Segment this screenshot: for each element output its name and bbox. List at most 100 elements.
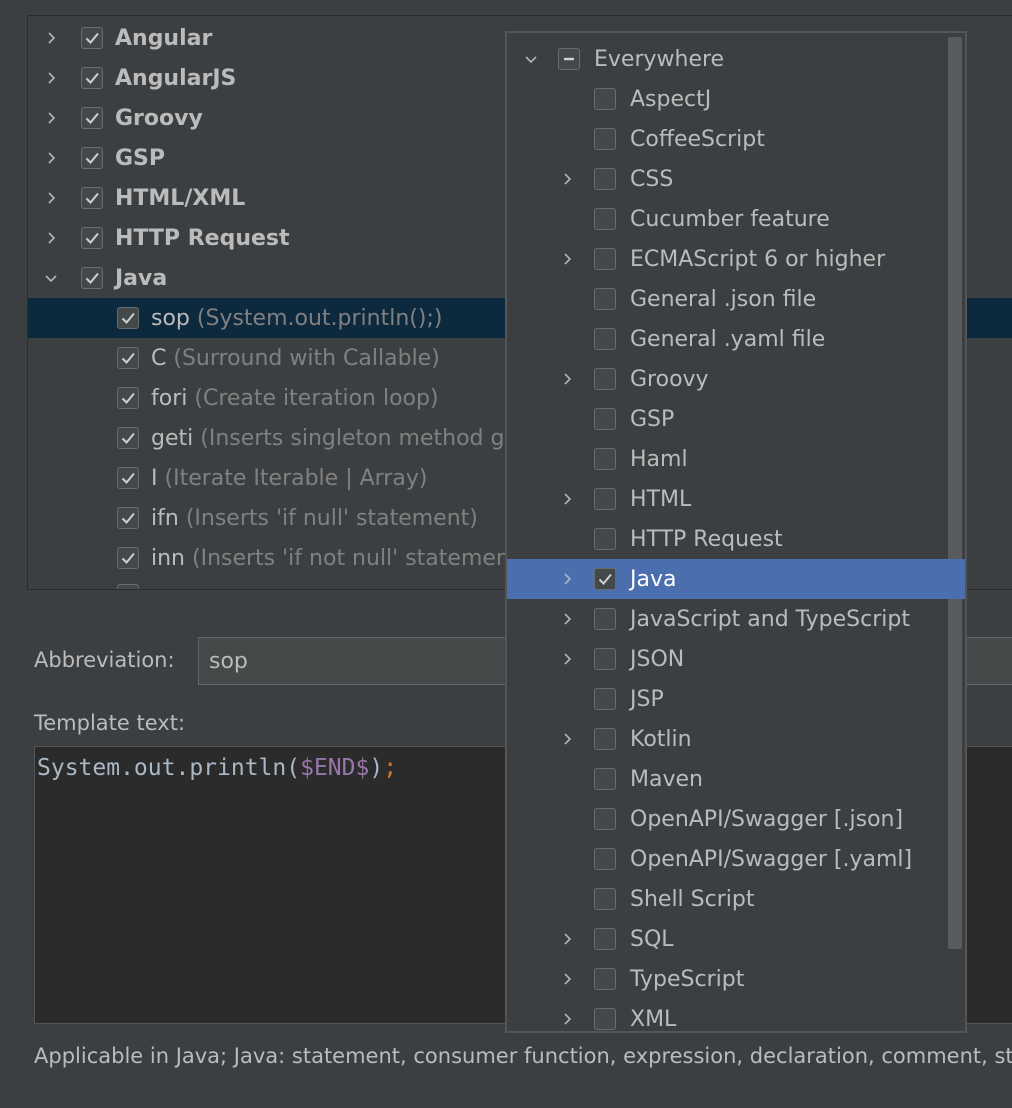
context-checkbox[interactable] bbox=[594, 888, 616, 910]
chevron-right-icon[interactable] bbox=[41, 28, 61, 48]
chevron-right-icon[interactable] bbox=[557, 649, 577, 669]
context-checkbox[interactable] bbox=[594, 728, 616, 750]
context-label: JSON bbox=[630, 646, 685, 672]
chevron-right-icon[interactable] bbox=[41, 68, 61, 88]
context-label: SQL bbox=[630, 926, 674, 952]
context-item[interactable]: Java bbox=[507, 559, 965, 599]
chevron-down-icon[interactable] bbox=[41, 268, 61, 288]
context-checkbox[interactable] bbox=[594, 208, 616, 230]
context-checkbox[interactable] bbox=[594, 848, 616, 870]
context-checkbox[interactable] bbox=[594, 608, 616, 630]
context-item[interactable]: OpenAPI/Swagger [.yaml] bbox=[507, 839, 965, 879]
context-checkbox[interactable] bbox=[594, 568, 616, 590]
group-label: Java bbox=[115, 265, 168, 291]
group-checkbox[interactable] bbox=[81, 187, 103, 209]
context-item[interactable]: CoffeeScript bbox=[507, 119, 965, 159]
template-checkbox[interactable] bbox=[117, 347, 139, 369]
chevron-right-icon[interactable] bbox=[557, 569, 577, 589]
context-checkbox[interactable] bbox=[594, 768, 616, 790]
context-label: ECMAScript 6 or higher bbox=[630, 246, 886, 272]
context-checkbox[interactable] bbox=[594, 328, 616, 350]
context-checkbox[interactable] bbox=[594, 688, 616, 710]
template-checkbox[interactable] bbox=[117, 507, 139, 529]
group-checkbox[interactable] bbox=[81, 107, 103, 129]
context-item[interactable]: JSON bbox=[507, 639, 965, 679]
group-checkbox[interactable] bbox=[81, 227, 103, 249]
context-checkbox[interactable] bbox=[558, 48, 580, 70]
group-checkbox[interactable] bbox=[81, 27, 103, 49]
context-item[interactable]: OpenAPI/Swagger [.json] bbox=[507, 799, 965, 839]
context-item[interactable]: General .json file bbox=[507, 279, 965, 319]
group-checkbox[interactable] bbox=[81, 147, 103, 169]
context-item[interactable]: HTTP Request bbox=[507, 519, 965, 559]
chevron-right-icon[interactable] bbox=[41, 108, 61, 128]
context-checkbox[interactable] bbox=[594, 408, 616, 430]
context-item[interactable]: CSS bbox=[507, 159, 965, 199]
context-item[interactable]: AspectJ bbox=[507, 79, 965, 119]
template-description: (Iterate Iterable | Array) bbox=[164, 465, 428, 491]
template-description: (Inserts singleton method ge bbox=[200, 425, 518, 451]
context-checkbox[interactable] bbox=[594, 528, 616, 550]
chevron-down-icon[interactable] bbox=[521, 49, 541, 69]
context-checkbox[interactable] bbox=[594, 928, 616, 950]
context-checkbox[interactable] bbox=[594, 128, 616, 150]
context-item[interactable]: ECMAScript 6 or higher bbox=[507, 239, 965, 279]
template-description: (System.out.println();) bbox=[196, 305, 443, 331]
chevron-right-icon[interactable] bbox=[557, 489, 577, 509]
chevron-right-icon[interactable] bbox=[557, 369, 577, 389]
template-checkbox[interactable] bbox=[117, 467, 139, 489]
template-checkbox[interactable] bbox=[117, 427, 139, 449]
context-item[interactable]: SQL bbox=[507, 919, 965, 959]
group-label: Groovy bbox=[115, 105, 203, 131]
context-item[interactable]: Everywhere bbox=[507, 39, 965, 79]
context-item[interactable]: HTML bbox=[507, 479, 965, 519]
template-checkbox[interactable] bbox=[117, 307, 139, 329]
context-item[interactable]: General .yaml file bbox=[507, 319, 965, 359]
context-item[interactable]: XML bbox=[507, 999, 965, 1031]
context-item[interactable]: JSP bbox=[507, 679, 965, 719]
context-checkbox[interactable] bbox=[594, 448, 616, 470]
context-label: AspectJ bbox=[630, 86, 712, 112]
chevron-right-icon[interactable] bbox=[557, 609, 577, 629]
context-item[interactable]: JavaScript and TypeScript bbox=[507, 599, 965, 639]
group-label: HTML/XML bbox=[115, 185, 246, 211]
chevron-right-icon[interactable] bbox=[41, 228, 61, 248]
context-checkbox[interactable] bbox=[594, 808, 616, 830]
context-checkbox[interactable] bbox=[594, 248, 616, 270]
context-label: TypeScript bbox=[630, 966, 745, 992]
chevron-right-icon[interactable] bbox=[557, 929, 577, 949]
context-item[interactable]: Maven bbox=[507, 759, 965, 799]
context-item[interactable]: Haml bbox=[507, 439, 965, 479]
chevron-right-icon[interactable] bbox=[557, 249, 577, 269]
context-checkbox[interactable] bbox=[594, 168, 616, 190]
context-label: JSP bbox=[630, 686, 664, 712]
context-label: CSS bbox=[630, 166, 674, 192]
template-checkbox[interactable] bbox=[117, 584, 139, 589]
chevron-right-icon[interactable] bbox=[557, 1009, 577, 1029]
context-item[interactable]: Shell Script bbox=[507, 879, 965, 919]
chevron-right-icon[interactable] bbox=[557, 169, 577, 189]
context-item[interactable]: Groovy bbox=[507, 359, 965, 399]
context-item[interactable]: Cucumber feature bbox=[507, 199, 965, 239]
chevron-right-icon[interactable] bbox=[557, 729, 577, 749]
context-checkbox[interactable] bbox=[594, 648, 616, 670]
context-item[interactable]: GSP bbox=[507, 399, 965, 439]
group-checkbox[interactable] bbox=[81, 67, 103, 89]
context-checkbox[interactable] bbox=[594, 968, 616, 990]
context-checkbox[interactable] bbox=[594, 288, 616, 310]
context-checkbox[interactable] bbox=[594, 488, 616, 510]
template-code: System.out.println($END$); bbox=[37, 755, 397, 781]
context-item[interactable]: Kotlin bbox=[507, 719, 965, 759]
template-description: (Inserts 'if not null' statement bbox=[192, 545, 519, 571]
context-label: Kotlin bbox=[630, 726, 692, 752]
context-checkbox[interactable] bbox=[594, 1008, 616, 1030]
chevron-right-icon[interactable] bbox=[41, 148, 61, 168]
template-checkbox[interactable] bbox=[117, 547, 139, 569]
template-checkbox[interactable] bbox=[117, 387, 139, 409]
group-checkbox[interactable] bbox=[81, 267, 103, 289]
context-checkbox[interactable] bbox=[594, 368, 616, 390]
chevron-right-icon[interactable] bbox=[41, 188, 61, 208]
chevron-right-icon[interactable] bbox=[557, 969, 577, 989]
context-item[interactable]: TypeScript bbox=[507, 959, 965, 999]
context-checkbox[interactable] bbox=[594, 88, 616, 110]
